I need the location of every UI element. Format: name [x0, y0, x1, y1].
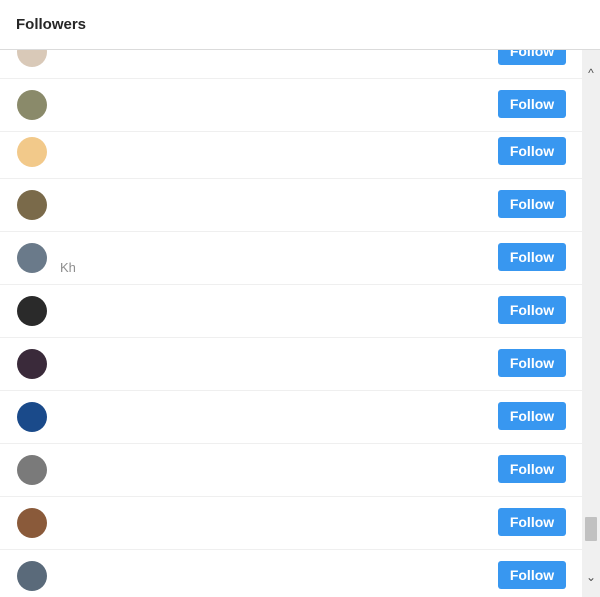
- scrollbar-thumb[interactable]: [585, 517, 597, 541]
- avatar[interactable]: [17, 561, 47, 591]
- avatar[interactable]: [17, 243, 47, 273]
- follow-button[interactable]: Follow: [498, 349, 566, 377]
- avatar[interactable]: [17, 296, 47, 326]
- dialog-title: Followers: [16, 16, 87, 33]
- follower-row: Follow: [0, 497, 582, 550]
- follow-button[interactable]: Follow: [498, 561, 566, 589]
- avatar[interactable]: [17, 508, 47, 538]
- followers-list[interactable]: Follow Follow Follow Follow Kh Follow Fo…: [0, 50, 582, 597]
- follow-button[interactable]: Follow: [498, 243, 566, 271]
- follow-button[interactable]: Follow: [498, 137, 566, 165]
- follow-button[interactable]: Follow: [498, 90, 566, 118]
- follow-button[interactable]: Follow: [498, 508, 566, 536]
- avatar[interactable]: [17, 90, 47, 120]
- avatar[interactable]: [17, 190, 47, 220]
- follower-row: Follow: [0, 391, 582, 444]
- avatar[interactable]: [17, 455, 47, 485]
- follower-row: Follow: [0, 338, 582, 391]
- follow-button[interactable]: Follow: [498, 296, 566, 324]
- follower-row: Follow: [0, 285, 582, 338]
- follower-fullname: Kh: [60, 260, 76, 275]
- chevron-up-icon[interactable]: ^: [582, 64, 600, 82]
- chevron-down-icon[interactable]: ⌄: [582, 568, 600, 586]
- dialog-header: Followers: [0, 0, 600, 50]
- avatar[interactable]: [17, 402, 47, 432]
- follow-button[interactable]: Follow: [498, 190, 566, 218]
- follow-button[interactable]: Follow: [498, 402, 566, 430]
- follower-row: Follow: [0, 179, 582, 232]
- avatar[interactable]: [17, 137, 47, 167]
- follower-row: Kh Follow: [0, 232, 582, 285]
- follower-row: Follow: [0, 79, 582, 132]
- avatar[interactable]: [17, 349, 47, 379]
- follow-button[interactable]: Follow: [498, 455, 566, 483]
- follow-button[interactable]: Follow: [498, 50, 566, 65]
- follower-row: Follow: [0, 50, 582, 79]
- follower-row: Follow: [0, 126, 582, 179]
- avatar[interactable]: [17, 50, 47, 67]
- scrollbar[interactable]: ^ ⌄: [582, 50, 600, 597]
- follower-row: Follow: [0, 444, 582, 497]
- follower-row: Follow: [0, 550, 582, 597]
